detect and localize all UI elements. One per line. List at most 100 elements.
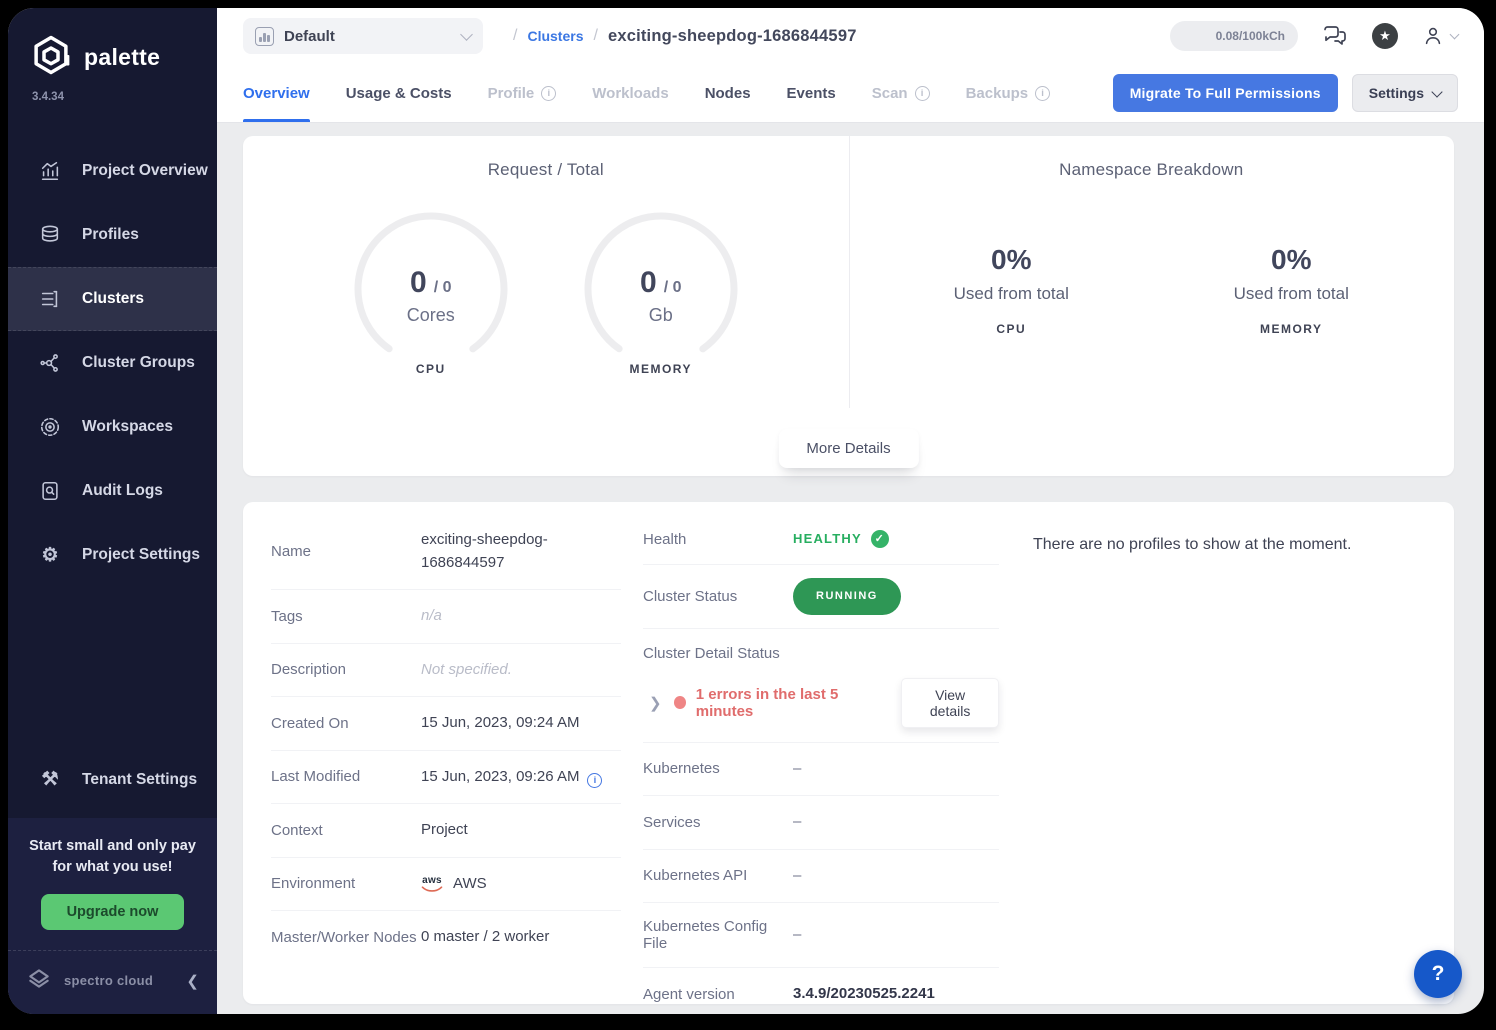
error-dot-icon (674, 696, 686, 709)
row-value: 0 master / 2 worker (421, 926, 621, 949)
row-value: 3.4.9/20230525.2241 (793, 983, 999, 1006)
detail-row-last-modified: Last Modified 15 Jun, 2023, 09:26 AMi (271, 751, 621, 805)
usage-caption: Used from total (1181, 284, 1401, 304)
page-content: Request / Total 0 / 0 Cores (217, 123, 1484, 1014)
breadcrumb-clusters-link[interactable]: Clusters (527, 28, 583, 44)
sidebar-item-tenant-settings[interactable]: ⚒ Tenant Settings (8, 748, 217, 812)
detail-row-description: Description Not specified. (271, 644, 621, 698)
migrate-permissions-button[interactable]: Migrate To Full Permissions (1113, 74, 1338, 112)
detail-row-kubernetes: Kubernetes – (643, 743, 999, 797)
sidebar-footer: spectro cloud ❮ (8, 950, 217, 1014)
view-details-button[interactable]: View details (901, 678, 999, 728)
gauge-total: / 0 (434, 279, 452, 297)
gauge-used: 0 (640, 266, 657, 300)
chat-icon[interactable] (1322, 24, 1348, 48)
upsell-banner: Start small and only pay for what you us… (8, 818, 217, 950)
tab-profile[interactable]: Profilei (488, 64, 557, 122)
tab-label: Backups (966, 85, 1029, 102)
sidebar: palette 3.4.34 Project Overview Profiles (8, 8, 217, 1014)
usage-overview-card: Request / Total 0 / 0 Cores (243, 136, 1454, 476)
gauge-unit: Gb (649, 305, 673, 326)
tab-workloads[interactable]: Workloads (592, 64, 668, 122)
info-icon[interactable]: i (1035, 86, 1050, 101)
sidebar-item-cluster-groups[interactable]: Cluster Groups (8, 331, 217, 395)
info-icon[interactable]: i (541, 86, 556, 101)
health-status: HEALTHY ✓ (793, 529, 999, 549)
top-header: Default / Clusters / exciting-sheepdog-1… (217, 8, 1484, 123)
tab-label: Scan (872, 85, 908, 102)
sidebar-item-project-settings[interactable]: ⚙ Project Settings (8, 523, 217, 587)
sidebar-item-label: Clusters (82, 290, 144, 308)
gauge-unit: Cores (407, 305, 455, 326)
row-label: Master/Worker Nodes (271, 929, 421, 946)
gauge-value: 0 / 0 Cores (352, 210, 510, 368)
project-selector-value: Default (284, 28, 335, 45)
detail-row-created-on: Created On 15 Jun, 2023, 09:24 AM (271, 697, 621, 751)
chevron-down-icon (1450, 30, 1460, 40)
brand-name: palette (84, 44, 160, 71)
sidebar-item-profiles[interactable]: Profiles (8, 203, 217, 267)
tab-label: Workloads (592, 85, 668, 102)
usage-label: MEMORY (1181, 322, 1401, 336)
info-icon[interactable]: i (587, 773, 602, 788)
error-row: ❯ 1 errors in the last 5 minutes View de… (643, 678, 999, 728)
tab-nodes[interactable]: Nodes (705, 64, 751, 122)
user-menu[interactable] (1422, 25, 1458, 47)
app-version: 3.4.34 (8, 87, 217, 121)
project-selector[interactable]: Default (243, 18, 483, 54)
clusters-icon (38, 288, 62, 310)
namespace-breakdown-title: Namespace Breakdown (1059, 160, 1243, 180)
tab-overview[interactable]: Overview (243, 64, 310, 122)
detail-row-environment: Environment aws AWS (271, 858, 621, 912)
tab-backups[interactable]: Backups i (966, 64, 1051, 122)
row-label: Name (271, 543, 421, 560)
profiles-column: There are no profiles to show at the mom… (1015, 514, 1426, 984)
cluster-groups-icon (38, 352, 62, 374)
detail-row-agent-version: Agent version 3.4.9/20230525.2241 (643, 968, 999, 1014)
namespace-stats: 0% Used from total CPU 0% Used from tota… (901, 244, 1401, 336)
sidebar-item-label: Project Overview (82, 162, 208, 180)
spectro-cloud-label: spectro cloud (64, 973, 153, 988)
cluster-status-column: Health HEALTHY ✓ Cluster Status RUNNING (643, 514, 1015, 984)
header-right-controls: 0.08/100kCh ★ (1170, 21, 1458, 51)
sidebar-item-label: Workspaces (82, 418, 173, 436)
sidebar-item-project-overview[interactable]: Project Overview (8, 139, 217, 203)
settings-button[interactable]: Settings (1352, 74, 1458, 112)
tools-icon: ⚒ (38, 770, 62, 789)
breadcrumb-current: exciting-sheepdog-1686844597 (608, 27, 857, 46)
sidebar-item-clusters[interactable]: Clusters (8, 267, 217, 331)
collapse-sidebar-icon[interactable]: ❮ (186, 972, 199, 990)
settings-label: Settings (1369, 85, 1424, 101)
upgrade-now-button[interactable]: Upgrade now (41, 894, 185, 930)
info-icon[interactable]: i (915, 86, 930, 101)
sidebar-nav: Project Overview Profiles Clusters Clust… (8, 139, 217, 587)
card-divider (849, 136, 850, 408)
row-label: Environment (271, 875, 421, 892)
star-icon[interactable]: ★ (1372, 23, 1398, 49)
cluster-details-card: Name exciting-sheepdog-1686844597 Tags n… (243, 502, 1454, 1004)
tab-events[interactable]: Events (787, 64, 836, 122)
app-window: palette 3.4.34 Project Overview Profiles (8, 8, 1484, 1014)
header-row-top: Default / Clusters / exciting-sheepdog-1… (217, 8, 1484, 64)
help-button[interactable]: ? (1414, 950, 1462, 998)
chevron-down-icon (1431, 86, 1442, 97)
sidebar-item-audit-logs[interactable]: Audit Logs (8, 459, 217, 523)
sidebar-item-workspaces[interactable]: Workspaces (8, 395, 217, 459)
row-label: Kubernetes Config File (643, 918, 793, 952)
more-details-button[interactable]: More Details (778, 429, 918, 468)
row-value: Project (421, 819, 621, 842)
tab-usage-costs[interactable]: Usage & Costs (346, 64, 452, 122)
row-value: 15 Jun, 2023, 09:26 AMi (421, 766, 621, 789)
breadcrumb: / Clusters / exciting-sheepdog-168684459… (513, 27, 857, 46)
tab-label: Overview (243, 85, 310, 102)
tab-label: Events (787, 85, 836, 102)
memory-usage-stat: 0% Used from total MEMORY (1181, 244, 1401, 336)
sidebar-item-label: Tenant Settings (82, 771, 197, 789)
expand-chevron-icon[interactable]: ❯ (649, 694, 662, 712)
usage-percent: 0% (901, 244, 1121, 276)
row-value: exciting-sheepdog-1686844597 (421, 529, 601, 574)
tab-label: Nodes (705, 85, 751, 102)
usage-caption: Used from total (901, 284, 1121, 304)
tab-scan[interactable]: Scani (872, 64, 930, 122)
chevron-down-icon (460, 28, 473, 41)
